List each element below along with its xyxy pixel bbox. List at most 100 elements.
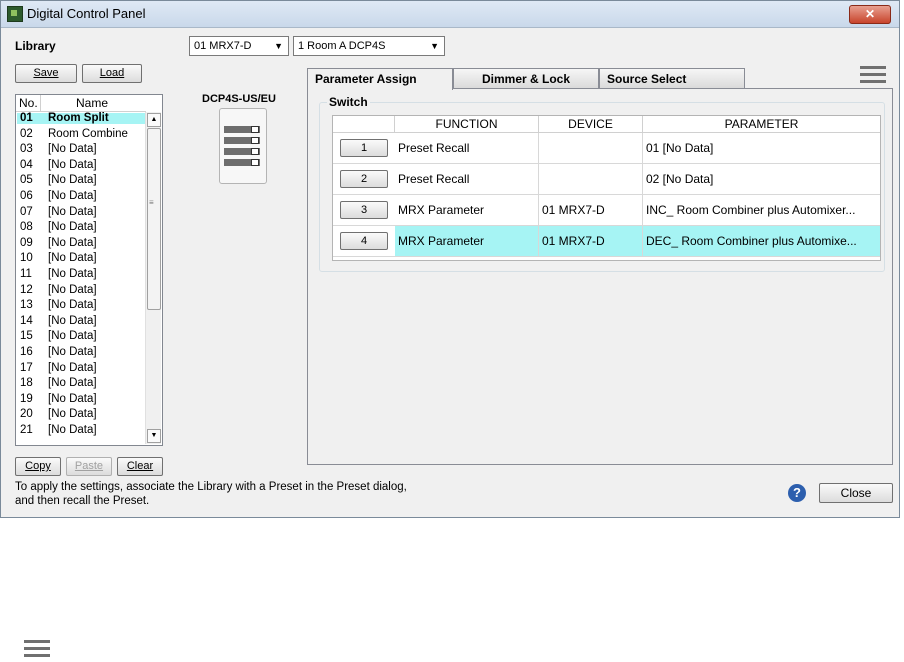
library-item[interactable]: 04 [No Data] bbox=[17, 158, 147, 171]
col-parameter-header: PARAMETER bbox=[643, 116, 880, 133]
library-item[interactable]: 11 [No Data] bbox=[17, 268, 147, 280]
col-no-header: No. bbox=[19, 96, 38, 110]
library-item-no: 04 bbox=[20, 158, 33, 171]
library-scrollbar[interactable]: ▲ ≡ ▼ bbox=[145, 112, 161, 444]
library-item[interactable]: 20 [No Data] bbox=[17, 408, 147, 421]
library-item[interactable]: 01 Room Split bbox=[17, 112, 147, 124]
library-item[interactable]: 09 [No Data] bbox=[17, 236, 147, 249]
library-item[interactable]: 03 [No Data] bbox=[17, 143, 147, 156]
switch-row[interactable]: 4 MRX Parameter 01 MRX7-D DEC_ Room Combine… bbox=[333, 226, 880, 257]
device-switch-4 bbox=[224, 159, 260, 166]
load-button-label: Load bbox=[99, 67, 125, 79]
library-item[interactable]: 16 [No Data] bbox=[17, 346, 147, 358]
library-item[interactable]: 10 [No Data] bbox=[17, 252, 147, 265]
switch-table: FUNCTION DEVICE PARAMETER 1 Preset Recall… bbox=[332, 115, 881, 261]
device-model-label: DCP4S-US/EU bbox=[202, 93, 276, 105]
library-item-no: 06 bbox=[20, 190, 33, 202]
switch-function-cell: MRX Parameter bbox=[395, 195, 539, 225]
library-item[interactable]: 19 [No Data] bbox=[17, 392, 147, 405]
title-bar: Digital Control Panel ✕ bbox=[1, 1, 899, 28]
save-button-label: Save bbox=[33, 67, 59, 79]
library-item[interactable]: 05 [No Data] bbox=[17, 174, 147, 187]
tab-source-select[interactable]: Source Select bbox=[599, 68, 745, 89]
library-item[interactable]: 14 [No Data] bbox=[17, 314, 147, 327]
switch-number-button[interactable]: 1 bbox=[340, 139, 388, 157]
library-item-no: 19 bbox=[20, 392, 33, 405]
switch-row[interactable]: 2 Preset Recall 02 [No Data] bbox=[333, 164, 880, 195]
switch-device-cell: 01 MRX7-D bbox=[539, 226, 643, 256]
library-item-no: 20 bbox=[20, 408, 33, 421]
hamburger-menu-icon[interactable] bbox=[24, 640, 50, 661]
library-item-no: 03 bbox=[20, 143, 33, 156]
library-item[interactable]: 17 [No Data] bbox=[17, 361, 147, 374]
hamburger-menu-icon[interactable] bbox=[860, 66, 886, 87]
device-select-value: 01 MRX7-D bbox=[194, 40, 252, 52]
load-button[interactable]: Load bbox=[82, 64, 142, 83]
switch-number-button[interactable]: 4 bbox=[340, 232, 388, 250]
library-item[interactable]: 18 [No Data] bbox=[17, 377, 147, 390]
switch-number-button[interactable]: 3 bbox=[340, 201, 388, 219]
device-switch-2 bbox=[224, 137, 260, 144]
hint-line-1: To apply the settings, associate the Lib… bbox=[15, 481, 407, 493]
library-item-name: [No Data] bbox=[48, 143, 97, 156]
chevron-down-icon: ▼ bbox=[274, 41, 283, 51]
library-item-no: 15 bbox=[20, 330, 33, 343]
library-item-no: 17 bbox=[20, 361, 33, 374]
paste-button-label: Paste bbox=[74, 460, 104, 472]
col-device-header: DEVICE bbox=[539, 116, 643, 133]
save-button[interactable]: Save bbox=[15, 64, 77, 83]
switch-parameter-cell: 01 [No Data] bbox=[646, 141, 714, 155]
library-item[interactable]: 08 [No Data] bbox=[17, 221, 147, 234]
library-item-no: 08 bbox=[20, 221, 33, 234]
device-switch-1 bbox=[224, 126, 260, 133]
library-item-name: [No Data] bbox=[48, 408, 97, 421]
close-icon[interactable]: ✕ bbox=[849, 5, 891, 24]
library-list[interactable]: No. Name 01 Room Split 02 Room Combine 03 [No… bbox=[15, 94, 163, 446]
chevron-down-icon: ▼ bbox=[430, 41, 439, 51]
library-item-name: [No Data] bbox=[48, 283, 97, 296]
scroll-thumb[interactable] bbox=[147, 128, 161, 310]
tab-parameter-assign[interactable]: Parameter Assign bbox=[307, 68, 453, 90]
library-item-name: [No Data] bbox=[48, 236, 97, 249]
library-item-name: [No Data] bbox=[48, 361, 97, 374]
library-item-no: 16 bbox=[20, 346, 33, 358]
switch-function-cell: Preset Recall bbox=[395, 133, 539, 163]
library-item[interactable]: 12 [No Data] bbox=[17, 283, 147, 296]
library-item-name: [No Data] bbox=[48, 174, 97, 187]
clear-button[interactable]: Clear bbox=[117, 457, 163, 476]
switch-row[interactable]: 3 MRX Parameter 01 MRX7-D INC_ Room Combine… bbox=[333, 195, 880, 226]
library-item[interactable]: 21 [No Data] bbox=[17, 424, 147, 436]
dcp-select[interactable]: 1 Room A DCP4S ▼ bbox=[293, 36, 445, 56]
library-item-name: [No Data] bbox=[48, 268, 97, 280]
library-item[interactable]: 13 [No Data] bbox=[17, 299, 147, 312]
library-item-name: [No Data] bbox=[48, 377, 97, 390]
switch-device-cell: 01 MRX7-D bbox=[539, 195, 643, 225]
scroll-up-icon[interactable]: ▲ bbox=[147, 113, 161, 127]
window-title: Digital Control Panel bbox=[27, 6, 146, 21]
close-button[interactable]: Close bbox=[819, 483, 893, 503]
clear-button-label: Clear bbox=[126, 460, 154, 472]
library-item[interactable]: 02 Room Combine bbox=[17, 128, 147, 140]
switch-number-button[interactable]: 2 bbox=[340, 170, 388, 188]
library-item[interactable]: 07 [No Data] bbox=[17, 205, 147, 218]
library-item-no: 13 bbox=[20, 299, 33, 312]
device-select[interactable]: 01 MRX7-D ▼ bbox=[189, 36, 289, 56]
library-item-no: 07 bbox=[20, 205, 33, 218]
switch-function-cell: Preset Recall bbox=[395, 164, 539, 194]
switch-parameter-cell: INC_ Room Combiner plus Automixer... bbox=[646, 203, 856, 217]
hint-line-2: and then recall the Preset. bbox=[15, 495, 150, 507]
paste-button[interactable]: Paste bbox=[66, 457, 112, 476]
library-item[interactable]: 15 [No Data] bbox=[17, 330, 147, 343]
library-item-name: [No Data] bbox=[48, 252, 97, 265]
tab-dimmer-lock[interactable]: Dimmer & Lock bbox=[453, 68, 599, 89]
library-item-no: 18 bbox=[20, 377, 33, 390]
library-item-name: [No Data] bbox=[48, 221, 97, 234]
switch-row[interactable]: 1 Preset Recall 01 [No Data] bbox=[333, 133, 880, 164]
library-item[interactable]: 06 [No Data] bbox=[17, 190, 147, 202]
scroll-down-icon[interactable]: ▼ bbox=[147, 429, 161, 443]
col-num-header bbox=[333, 116, 395, 133]
library-item-name: [No Data] bbox=[48, 330, 97, 343]
copy-button[interactable]: Copy bbox=[15, 457, 61, 476]
library-item-no: 14 bbox=[20, 314, 33, 327]
help-icon[interactable]: ? bbox=[788, 484, 806, 502]
